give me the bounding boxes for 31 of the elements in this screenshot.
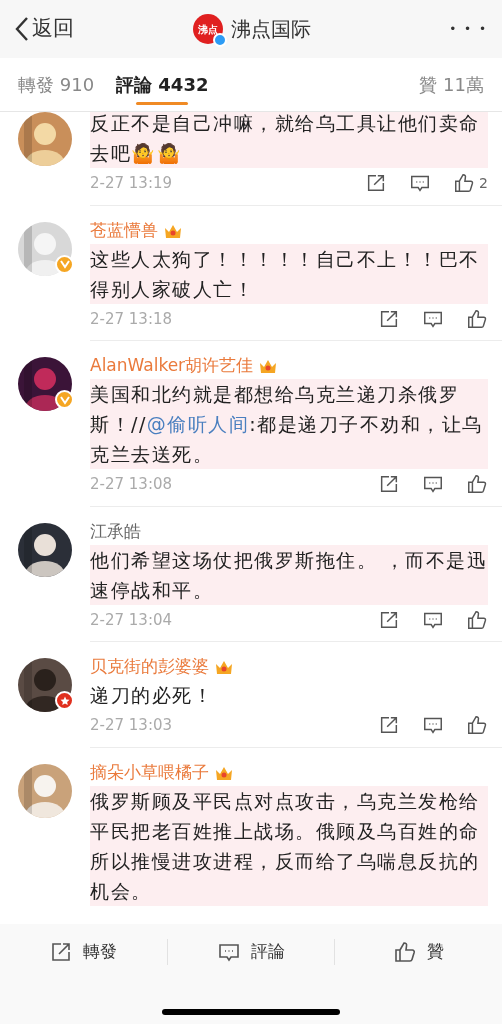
comment-text: 俄罗斯顾及平民点对点攻击，乌克兰发枪给平民把老百姓推上战场。俄顾及乌百姓的命所以推慢进攻进程，反而给了乌喘息反抗的机会。 xyxy=(90,785,488,906)
tab[interactable]: 轉發 910 xyxy=(18,58,95,111)
back-button[interactable]: 返回 xyxy=(14,13,74,45)
account-logo: 沸点 xyxy=(192,14,223,44)
more-button[interactable]: • • • xyxy=(449,20,488,38)
comment-button[interactable]: 評論 xyxy=(166,939,335,965)
account-name: 沸点国际 xyxy=(230,16,311,43)
timestamp: 2-27 13:04 xyxy=(90,609,173,631)
timestamp: 2-27 13:08 xyxy=(90,474,173,495)
like-button[interactable]: 贊 xyxy=(334,939,502,965)
comment-text: 反正不是自己冲嘛，就给乌工具让他们卖命去吧🤷🤷 xyxy=(90,112,488,168)
thumbs-up-icon[interactable] xyxy=(466,714,488,737)
like-count: 2 xyxy=(479,173,488,193)
tab[interactable]: 贊 11萬 xyxy=(419,58,484,111)
thumbs-up-icon[interactable] xyxy=(466,473,488,496)
comment-text: 这些人太狗了！！！！！自己不上！！巴不得别人家破人亡！ xyxy=(90,243,488,304)
tab[interactable]: 評論 4432 xyxy=(116,58,209,111)
comment-text: 他们希望这场仗把俄罗斯拖住。 ，而不是迅速停战和平。 xyxy=(90,544,488,605)
comment-text: 递刀的必死！ xyxy=(90,683,214,708)
timestamp: 2-27 13:18 xyxy=(90,308,173,330)
timestamp: 2-27 13:19 xyxy=(90,173,173,194)
comment-text: 美国和北约就是都想给乌克兰递刀杀俄罗斯！//@偷听人间:都是递刀子不劝和，让乌克兰去送死。 xyxy=(90,379,488,469)
repost-button[interactable]: 轉發 xyxy=(0,939,167,965)
back-icon xyxy=(14,16,30,42)
timestamp: 2-27 13:03 xyxy=(90,715,173,736)
thumbs-up-icon[interactable] xyxy=(466,608,488,631)
user-name[interactable]: 江承皓 xyxy=(90,518,141,545)
mention-link[interactable]: @偷听人间 xyxy=(146,413,250,435)
thumbs-up-icon[interactable] xyxy=(393,940,418,964)
thumbs-up-icon[interactable] xyxy=(466,307,488,330)
thumbs-up-icon[interactable] xyxy=(453,172,476,195)
